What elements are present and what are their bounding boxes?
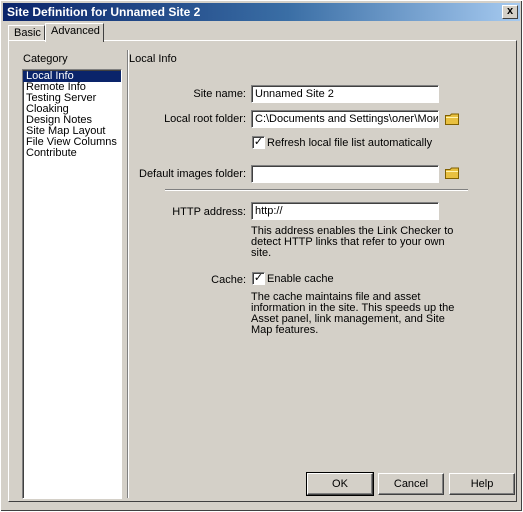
- refresh-checkbox[interactable]: ✓: [252, 136, 265, 149]
- section-title: Local Info: [129, 53, 177, 65]
- folder-icon[interactable]: [445, 113, 459, 125]
- local-root-folder-input[interactable]: C:\Documents and Settings\олег\Мои до: [251, 110, 439, 128]
- help-button[interactable]: Help: [449, 473, 515, 495]
- default-images-folder-label: Default images folder:: [139, 168, 246, 180]
- cache-label: Cache:: [211, 274, 246, 286]
- local-root-folder-label: Local root folder:: [164, 113, 246, 125]
- category-item-contribute[interactable]: Contribute: [23, 148, 121, 159]
- http-address-description: This address enables the Link Checker to…: [251, 225, 454, 259]
- category-label: Category: [23, 53, 68, 65]
- http-address-input[interactable]: http://: [251, 202, 439, 220]
- form-separator-highlight: [165, 190, 468, 191]
- site-name-label: Site name:: [193, 88, 246, 100]
- refresh-label: Refresh local file list automatically: [267, 137, 433, 149]
- tab-advanced[interactable]: Advanced: [45, 23, 104, 42]
- tab-basic[interactable]: Basic: [8, 25, 45, 41]
- cache-description: The cache maintains file and asset infor…: [251, 291, 455, 336]
- site-definition-dialog: Site Definition for Unnamed Site 2 x Bas…: [0, 0, 523, 512]
- default-images-folder-input[interactable]: [251, 165, 439, 183]
- close-button[interactable]: x: [502, 5, 518, 19]
- http-address-label: HTTP address:: [172, 206, 246, 218]
- title-bar: Site Definition for Unnamed Site 2 x: [3, 3, 520, 21]
- advanced-panel: Category Local Info Remote Info Testing …: [8, 40, 517, 502]
- site-name-input[interactable]: Unnamed Site 2: [251, 85, 439, 103]
- cancel-button[interactable]: Cancel: [378, 473, 444, 495]
- ok-button[interactable]: OK: [306, 472, 374, 496]
- close-icon: x: [506, 5, 514, 17]
- folder-icon[interactable]: [445, 167, 459, 179]
- window-title: Site Definition for Unnamed Site 2: [7, 5, 201, 19]
- enable-cache-checkbox[interactable]: ✓: [252, 272, 265, 285]
- category-list[interactable]: Local Info Remote Info Testing Server Cl…: [22, 69, 122, 499]
- enable-cache-label: Enable cache: [267, 273, 334, 285]
- vertical-divider-highlight: [128, 50, 129, 498]
